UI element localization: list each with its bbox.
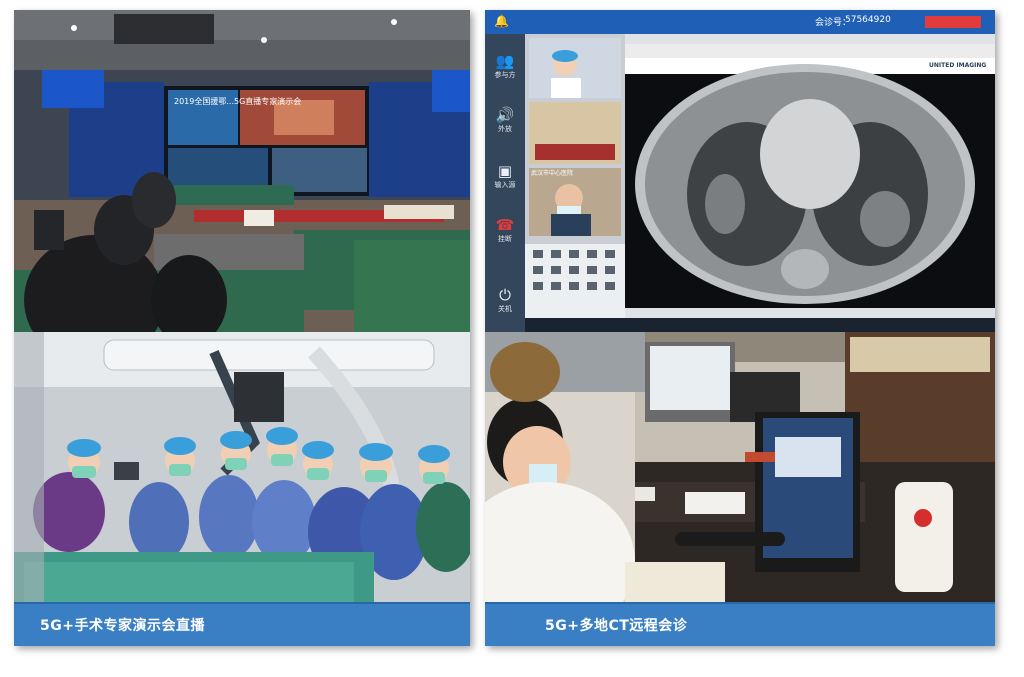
toolbar-input-source-label: 输入源	[494, 181, 516, 189]
office-illustration	[485, 332, 995, 604]
toolbar-hangup[interactable]: ☎ 挂断	[487, 216, 523, 244]
power-icon: ⏻	[499, 286, 511, 304]
consultation-topbar: 🔔 会诊号： 57564920	[485, 10, 995, 34]
toolbar-hangup-label: 挂断	[498, 235, 512, 243]
input-source-icon: ▣	[497, 162, 513, 180]
toolbar-participants[interactable]: 👥 参与方	[487, 52, 523, 80]
toolbar-participants-label: 参与方	[494, 71, 516, 79]
conference-screen-banner: 2019全国援鄂...5G直播专家演示会	[174, 97, 302, 106]
video-pane-label: 武汉市中心医院	[531, 170, 574, 177]
consultation-screenshot: 🔔 会诊号： 57564920 👥 参与方 🔊 外放 ▣ 输入源 ☎ 挂断 ⏻ …	[485, 10, 995, 332]
office-consultation-photo	[485, 332, 995, 604]
right-caption: 5G+多地CT远程会诊	[545, 618, 688, 634]
toolbar-power-label: 关机	[498, 305, 512, 313]
hangup-icon: ☎	[495, 216, 515, 234]
left-panel: 2019全国援鄂...5G直播专家演示会 5G+手术专家演示会直播	[14, 10, 470, 646]
surgery-team-photo	[14, 332, 470, 604]
toolbar-input-source[interactable]: ▣ 输入源	[487, 162, 523, 190]
right-panel: 🔔 会诊号： 57564920 👥 参与方 🔊 外放 ▣ 输入源 ☎ 挂断 ⏻ …	[485, 10, 995, 646]
conference-illustration	[14, 10, 470, 332]
toolbar-power[interactable]: ⏻ 关机	[487, 286, 523, 314]
consultation-content	[525, 34, 995, 318]
speaker-icon: 🔊	[495, 106, 515, 124]
consultation-toolbar: 👥 参与方 🔊 外放 ▣ 输入源 ☎ 挂断 ⏻ 关机	[485, 34, 525, 332]
conference-photo: 2019全国援鄂...5G直播专家演示会	[14, 10, 470, 332]
left-caption-bar: 5G+手术专家演示会直播	[14, 602, 470, 646]
surgery-illustration	[14, 332, 470, 604]
right-caption-bar: 5G+多地CT远程会诊	[485, 602, 995, 646]
record-button[interactable]	[925, 16, 981, 28]
participants-icon: 👥	[495, 52, 515, 70]
ct-brand: UNITED IMAGING	[929, 62, 987, 69]
left-caption: 5G+手术专家演示会直播	[40, 618, 205, 634]
toolbar-speaker[interactable]: 🔊 外放	[487, 106, 523, 134]
windows-taskbar	[525, 318, 995, 332]
toolbar-speaker-label: 外放	[498, 125, 512, 133]
meeting-number: 57564920	[845, 15, 891, 25]
bell-icon: 🔔	[494, 14, 509, 28]
